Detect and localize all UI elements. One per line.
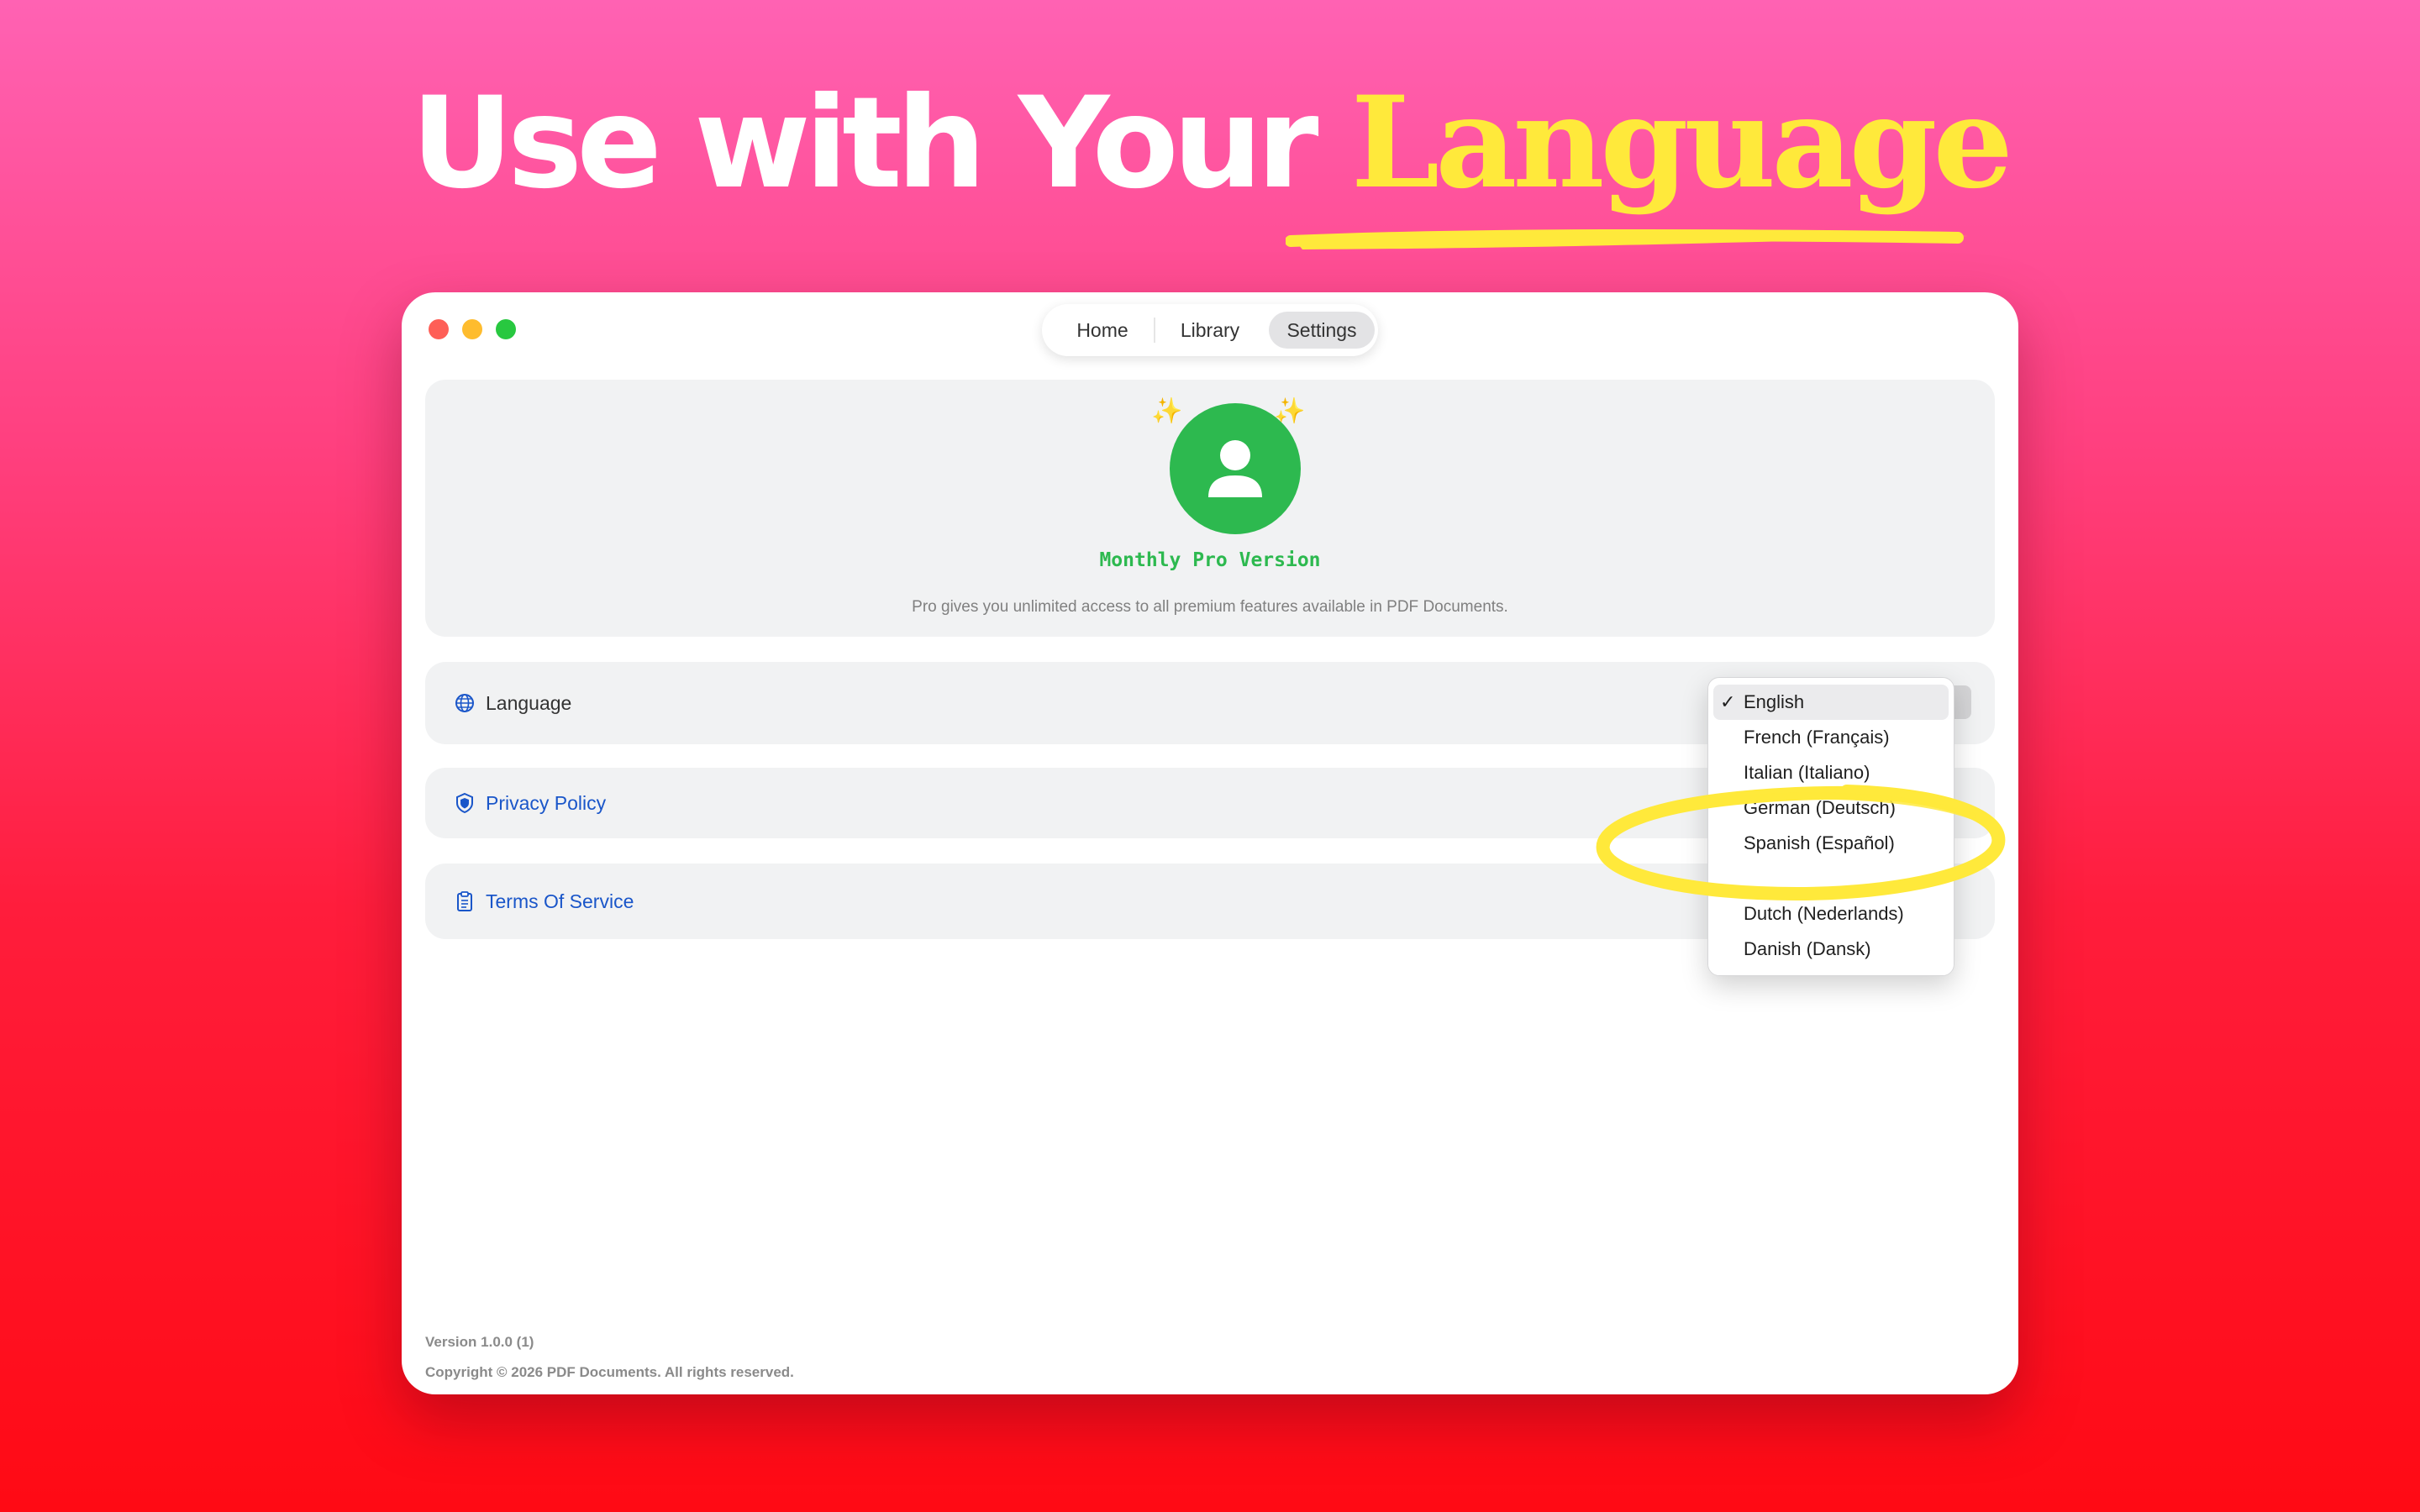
terms-of-service-link[interactable]: Terms Of Service	[486, 890, 634, 913]
minimize-button[interactable]	[462, 319, 482, 339]
brush-underline	[1286, 229, 1968, 249]
pro-description: Pro gives you unlimited access to all pr…	[912, 598, 1508, 616]
close-button[interactable]	[429, 319, 449, 339]
privacy-policy-link[interactable]: Privacy Policy	[486, 792, 606, 815]
headline-prefix: Use with Your	[411, 71, 1351, 217]
tab-home[interactable]: Home	[1054, 312, 1151, 349]
nav-segmented-control: Home Library Settings	[1042, 304, 1378, 356]
language-label: Language	[486, 692, 572, 714]
app-window: Home Library Settings ✨ ✨ Monthly Pro Ve…	[402, 292, 2018, 1394]
globe-icon	[455, 694, 474, 712]
person-icon	[1170, 403, 1301, 534]
language-option-dutch[interactable]: Dutch (Nederlands)	[1708, 896, 1954, 932]
language-option-german[interactable]: German (Deutsch)	[1708, 790, 1954, 826]
zoom-button[interactable]	[496, 319, 516, 339]
pro-card: ✨ ✨ Monthly Pro Version Pro gives you un…	[425, 380, 1995, 637]
shield-icon	[456, 792, 473, 814]
language-option-english[interactable]: ✓ English	[1713, 685, 1949, 720]
language-option-spanish[interactable]: Spanish (Español)	[1708, 826, 1954, 861]
language-dropdown: ✓ English French (Français) Italian (Ita…	[1707, 677, 1954, 976]
headline-accent: Language	[1350, 69, 2013, 217]
clipboard-icon	[457, 891, 472, 911]
language-option-danish[interactable]: Danish (Dansk)	[1708, 932, 1954, 967]
pro-title: Monthly Pro Version	[1099, 549, 1321, 571]
checkmark-icon: ✓	[1720, 691, 1736, 712]
headline: Use with Your Language	[0, 71, 2420, 215]
tab-library[interactable]: Library	[1161, 312, 1259, 349]
language-option-italian[interactable]: Italian (Italiano)	[1708, 755, 1954, 790]
version-text: Version 1.0.0 (1)	[425, 1334, 534, 1350]
tab-settings[interactable]: Settings	[1269, 312, 1375, 349]
nav-divider	[1154, 318, 1155, 343]
language-option-french[interactable]: French (Français)	[1708, 720, 1954, 755]
copyright-text: Copyright © 2026 PDF Documents. All righ…	[425, 1364, 794, 1380]
